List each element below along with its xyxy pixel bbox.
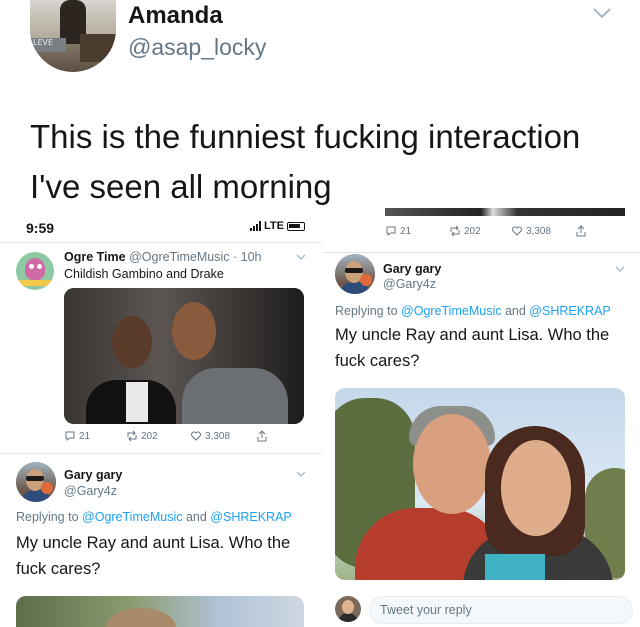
status-indicators: LTE [250,220,305,232]
divider [0,453,322,454]
user-avatar[interactable] [335,596,361,622]
outer-tweet-text: This is the funniest fucking interaction… [30,118,581,205]
avatar-sign: LEVE [30,38,66,52]
gary-author-handle[interactable]: @Gary4z [64,484,117,498]
reply-photo[interactable] [16,596,304,627]
like-count: 3,308 [205,430,231,442]
share-icon [257,430,267,442]
retweet-action[interactable]: 202 [449,225,481,237]
retweet-count: 202 [141,430,158,442]
share-action[interactable] [256,430,271,442]
like-action[interactable]: 3,308 [190,430,230,442]
divider [0,242,322,243]
gary-reply-text: My uncle Ray and aunt Lisa. Who the fuck… [335,326,610,370]
gary-author-name[interactable]: Gary gary [64,468,122,482]
ogre-author-name[interactable]: Ogre Time [64,250,126,264]
reply-count: 21 [400,225,412,237]
gary-avatar[interactable] [335,254,375,294]
reply-count: 21 [79,430,91,442]
ogre-tweet-text: Childish Gambino and Drake [64,267,224,281]
ogre-handle-time: @OgreTimeMusic · 10h [129,250,262,264]
chevron-down-icon[interactable] [296,254,306,261]
replying-to: Replying to @OgreTimeMusic and @SHREKRAP [335,304,611,318]
mention-link[interactable]: @OgreTimeMusic [401,304,501,318]
outer-avatar[interactable]: LEVE [30,0,116,72]
mention-link[interactable]: @SHREKRAP [529,304,610,318]
tweet-photo[interactable] [64,288,304,424]
ogre-author[interactable]: Ogre Time @OgreTimeMusic · 10h [64,250,262,264]
photo-strip [385,208,625,216]
reply-icon [386,226,396,236]
battery-icon [286,221,305,231]
like-action[interactable]: 3,308 [511,225,551,237]
retweet-icon [127,430,137,442]
status-time: 9:59 [26,220,55,236]
retweet-action[interactable]: 202 [126,430,158,442]
heart-icon [512,226,522,236]
left-screenshot: 9:59 LTE Ogre Time @OgreTimeMusic · 10h … [0,216,322,627]
chevron-down-icon[interactable] [592,6,612,20]
retweet-count: 202 [464,225,481,237]
gary-author-name[interactable]: Gary gary [383,262,441,276]
gary-author-handle[interactable]: @Gary4z [383,277,436,291]
share-icon [576,225,586,237]
mention-link[interactable]: @OgreTimeMusic [82,510,182,524]
chevron-down-icon[interactable] [296,471,306,478]
reply-bar [335,596,633,624]
gary-avatar[interactable] [16,462,56,502]
tweet-reply-input[interactable] [369,596,633,624]
gary-reply-text: My uncle Ray and aunt Lisa. Who the fuck… [16,534,291,578]
share-action[interactable] [575,225,590,237]
heart-icon [191,431,201,441]
reply-action[interactable]: 21 [385,225,411,237]
chevron-down-icon[interactable] [615,266,625,273]
mention-link[interactable]: @SHREKRAP [210,510,291,524]
reply-action[interactable]: 21 [64,430,90,442]
right-screenshot: 21 202 3,308 Gary gary @Gary4z Replying … [323,208,640,627]
retweet-icon [450,225,460,237]
signal-icon [250,221,261,231]
like-count: 3,308 [526,225,552,237]
replying-to: Replying to @OgreTimeMusic and @SHREKRAP [16,510,292,524]
outer-author-handle[interactable]: @asap_locky [128,34,266,61]
reply-icon [65,431,75,441]
network-label: LTE [264,220,284,232]
divider [323,252,640,253]
outer-author-name[interactable]: Amanda [128,2,223,30]
ogre-avatar[interactable] [16,252,54,290]
reply-photo[interactable] [335,388,625,580]
